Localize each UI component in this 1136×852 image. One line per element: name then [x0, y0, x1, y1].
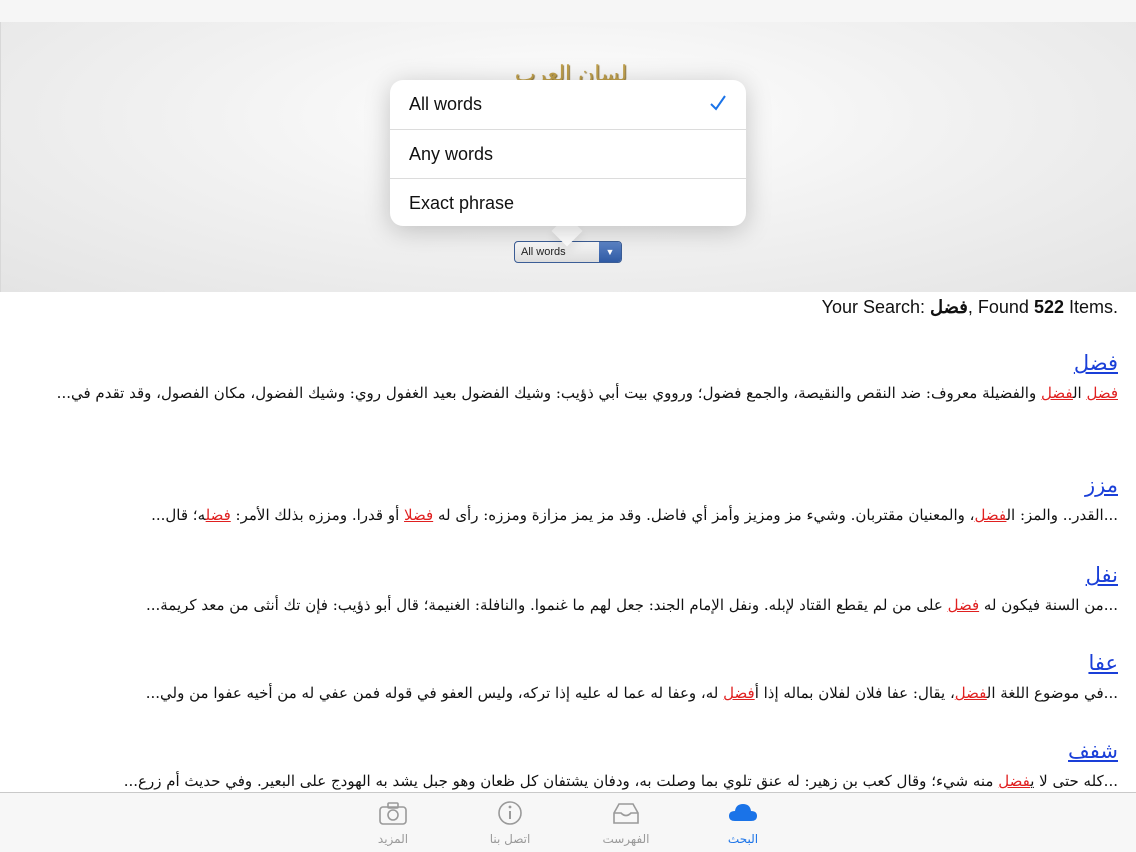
snippet-text: له، وعفا له عما له عليه إذا تركه، وليس ا… [145, 684, 724, 702]
highlighted-term: فضل [1086, 384, 1118, 402]
tab-label: الفهرست [602, 832, 650, 846]
option-label: Any words [409, 143, 494, 164]
snippet-text: ، والمعنيان مقتربان. وشيء مز ومزيز وأمز … [433, 506, 975, 524]
result-title-link[interactable]: نفل [18, 560, 1118, 590]
result-title-link[interactable]: شفف [18, 736, 1118, 766]
tab-label: المزيد [377, 832, 409, 846]
result-item: مزز ...القدر.. والمز: الفضل، والمعنيان مق… [18, 470, 1118, 530]
snippet-text: ، يقال: عفا فلان لفلان بماله إذا أ [754, 684, 955, 702]
inbox-icon [613, 803, 639, 824]
snippet-text: ...كله حتى لا ي [1030, 772, 1118, 790]
snippet-text: ال [1072, 384, 1087, 402]
checkmark-icon [710, 95, 726, 111]
highlighted-term: فضل [205, 506, 231, 524]
summary-middle: , Found [967, 297, 1034, 317]
summary-count: 522 [1033, 297, 1064, 317]
result-item: فضل فضل الفضل والفضيلة معروف: ضد النقص وا… [18, 348, 1118, 408]
result-snippet: ...القدر.. والمز: الفضل، والمعنيان مقترب… [18, 500, 1118, 530]
option-all-words[interactable]: All words [390, 80, 746, 129]
result-item: عفا ...في موضوع اللغة الفضل، يقال: عفا فل… [18, 648, 1118, 708]
highlighted-term: فضل [998, 772, 1031, 790]
snippet-text: والفضيلة معروف: ضد النقص والنقيصة، والجم… [56, 384, 1041, 402]
option-label: Exact phrase [409, 192, 515, 213]
highlighted-term: فضل [404, 506, 434, 524]
highlighted-term: فضل [954, 684, 987, 702]
tab-bar: المزيد اتصل بنا الفهرست البحث [0, 792, 1136, 852]
chevron-down-icon: ▼ [599, 242, 621, 262]
cloud-icon [729, 804, 757, 821]
highlighted-term: فضل [947, 596, 980, 614]
results-summary: Your Search: فضل, Found 522 Items. [418, 297, 1118, 318]
tab-index[interactable]: الفهرست [576, 799, 676, 849]
search-mode-selected: All words [521, 246, 566, 258]
result-title-link[interactable]: مزز [18, 470, 1118, 500]
snippet-text: ...من السنة فيكون له [979, 596, 1118, 614]
result-item: نفل ...من السنة فيكون له فضل على من لم يق… [18, 560, 1118, 620]
tab-label: البحث [727, 832, 759, 846]
camera-icon [379, 802, 407, 825]
result-snippet: ...من السنة فيكون له فضل على من لم يقطع … [18, 590, 1118, 620]
option-exact-phrase[interactable]: Exact phrase [390, 178, 746, 227]
tab-search[interactable]: البحث [693, 799, 793, 849]
option-any-words[interactable]: Any words [390, 129, 746, 178]
highlighted-term: فضل [1040, 384, 1073, 402]
snippet-text: ا أو قدرا. ومززه بذلك الأمر: [230, 506, 405, 524]
highlighted-term: فضل [974, 506, 1007, 524]
summary-prefix: Your Search: [821, 297, 931, 317]
result-item: شفف ...كله حتى لا يفضل منه شيء؛ وقال كعب … [18, 736, 1118, 796]
snippet-text: ...القدر.. والمز: ال [1006, 506, 1118, 524]
tab-label: اتصل بنا [489, 832, 531, 846]
snippet-text: على من لم يقطع القتاد لإبله. ونفل الإمام… [145, 596, 948, 614]
tab-contact[interactable]: اتصل بنا [460, 799, 560, 849]
result-title-link[interactable]: عفا [18, 648, 1118, 678]
snippet-text: منه شيء؛ وقال كعب بن زهير: له عنق تلوي ب… [123, 772, 999, 790]
summary-suffix: Items. [1063, 297, 1118, 317]
status-bar [0, 0, 1136, 22]
snippet-text: ...في موضوع اللغة ال [986, 684, 1118, 702]
highlighted-term: فضل [723, 684, 755, 702]
result-snippet: فضل الفضل والفضيلة معروف: ضد النقص والنق… [18, 378, 1118, 408]
info-icon [498, 801, 522, 825]
result-title-link[interactable]: فضل [18, 348, 1118, 378]
summary-term: فضل [930, 297, 968, 317]
result-snippet: ...في موضوع اللغة الفضل، يقال: عفا فلان … [18, 678, 1118, 708]
search-mode-popover: All words Any words Exact phrase [390, 80, 746, 226]
option-label: All words [409, 94, 483, 114]
tab-more[interactable]: المزيد [343, 799, 443, 849]
snippet-text: ه؛ قال... [151, 506, 206, 524]
